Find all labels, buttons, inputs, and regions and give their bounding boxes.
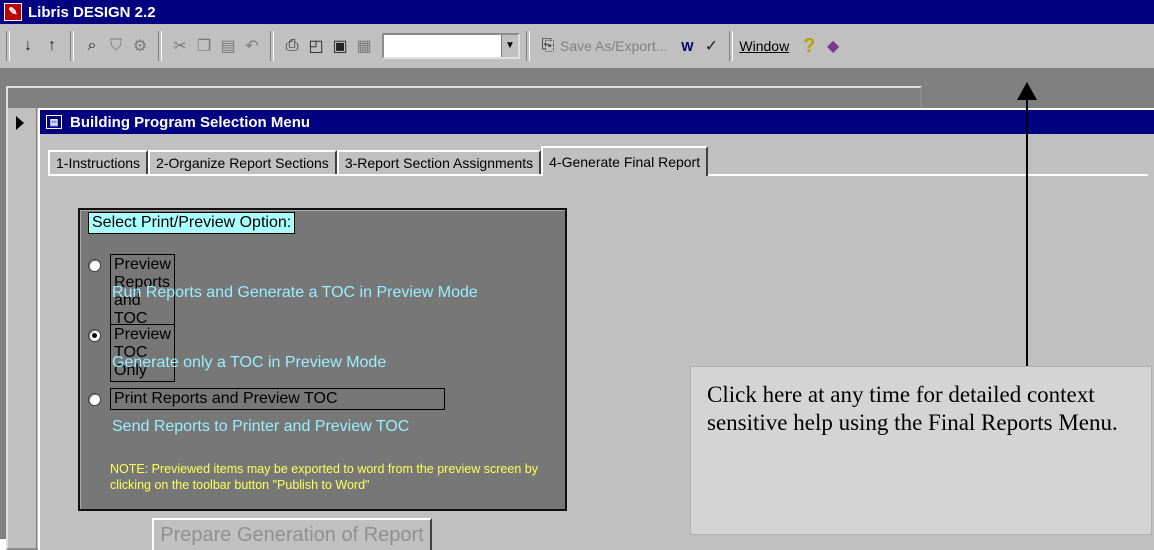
option-description: Run Reports and Generate a TOC in Previe…	[112, 284, 478, 301]
option-description: Generate only a TOC in Preview Mode	[112, 354, 387, 371]
form-icon: ▤	[46, 115, 62, 129]
publish-to-word-icon[interactable]: W	[675, 33, 699, 59]
export-icon[interactable]: ⎘	[536, 33, 560, 59]
copy-icon[interactable]: ❐	[192, 33, 216, 59]
toolbar-combo-box[interactable]: ▼	[382, 33, 520, 59]
toolbar-separator	[526, 31, 530, 61]
tab-report-section-assignments[interactable]: 3-Report Section Assignments	[336, 150, 542, 174]
toolbar-separator	[6, 31, 10, 61]
chevron-down-icon[interactable]: ▼	[501, 35, 518, 57]
help-callout-text: Click here at any time for detailed cont…	[707, 382, 1118, 435]
filter-icon[interactable]: ⛉	[104, 33, 128, 59]
toolbar-separator	[70, 31, 74, 61]
open-book-icon[interactable]: ▣	[328, 33, 352, 59]
sort-descending-icon[interactable]: ↑	[40, 33, 64, 59]
tab-generate-final-report[interactable]: 4-Generate Final Report	[541, 146, 709, 176]
spell-check-icon[interactable]: ✓	[699, 33, 723, 59]
cut-icon[interactable]: ✂	[168, 33, 192, 59]
main-toolbar: ↓ ↑ ⌕ ⛉ ⚙ ✂ ❐ ▤ ↶ ⎙ ◰ ▣ ▦ ▼ ⎘ Save As/Ex…	[0, 24, 1154, 69]
help-callout: Click here at any time for detailed cont…	[690, 366, 1152, 535]
filter-by-selection-icon[interactable]: ⚙	[128, 33, 152, 59]
help-book-icon[interactable]: ◆	[821, 33, 845, 59]
tab-instructions[interactable]: 1-Instructions	[48, 150, 149, 174]
print-preview-icon[interactable]: ◰	[304, 33, 328, 59]
prepare-generation-button[interactable]: Prepare Generation of Report	[152, 518, 432, 550]
app-titlebar: ✎ Libris DESIGN 2.2	[0, 0, 1154, 24]
callout-arrow-head-icon	[1017, 82, 1037, 100]
option-description: Send Reports to Printer and Preview TOC	[112, 418, 410, 435]
app-title: Libris DESIGN 2.2	[28, 3, 156, 21]
dialog-titlebar: ▤ Building Program Selection Menu	[40, 110, 1154, 134]
tab-organize-report-sections[interactable]: 2-Organize Report Sections	[148, 150, 337, 174]
find-binoculars-icon[interactable]: ⌕	[80, 33, 104, 59]
window-menu[interactable]: Window	[739, 38, 789, 54]
export-note: NOTE: Previewed items may be exported to…	[110, 462, 538, 492]
save-as-export-button[interactable]: Save As/Export...	[560, 38, 667, 54]
print-icon[interactable]: ⎙	[280, 33, 304, 59]
tab-strip: 1-Instructions 2-Organize Report Section…	[48, 144, 709, 176]
grid-icon[interactable]: ▦	[352, 33, 376, 59]
toolbar-separator	[158, 31, 162, 61]
undo-icon[interactable]: ↶	[240, 33, 264, 59]
toolbar-separator	[270, 31, 274, 61]
help-question-icon[interactable]: ?	[797, 33, 821, 59]
option-label: Preview TOC Only	[110, 324, 175, 382]
radio-preview-reports-and-toc[interactable]	[88, 259, 101, 272]
dialog-title: Building Program Selection Menu	[70, 113, 311, 131]
option-label: Print Reports and Preview TOC	[110, 388, 445, 410]
radio-print-reports-and-preview-toc[interactable]	[88, 393, 101, 406]
callout-arrow-line	[1026, 90, 1028, 368]
radio-preview-toc-only[interactable]	[88, 329, 101, 342]
print-preview-options-panel: Select Print/Preview Option: Preview Rep…	[78, 208, 567, 511]
background-window-titlebar	[8, 88, 920, 108]
record-selector	[10, 108, 37, 548]
toolbar-separator	[729, 31, 734, 61]
sort-ascending-icon[interactable]: ↓	[16, 33, 40, 59]
paste-icon[interactable]: ▤	[216, 33, 240, 59]
options-heading: Select Print/Preview Option:	[88, 212, 296, 234]
app-logo-icon: ✎	[4, 3, 22, 21]
record-pointer-icon	[16, 116, 24, 130]
